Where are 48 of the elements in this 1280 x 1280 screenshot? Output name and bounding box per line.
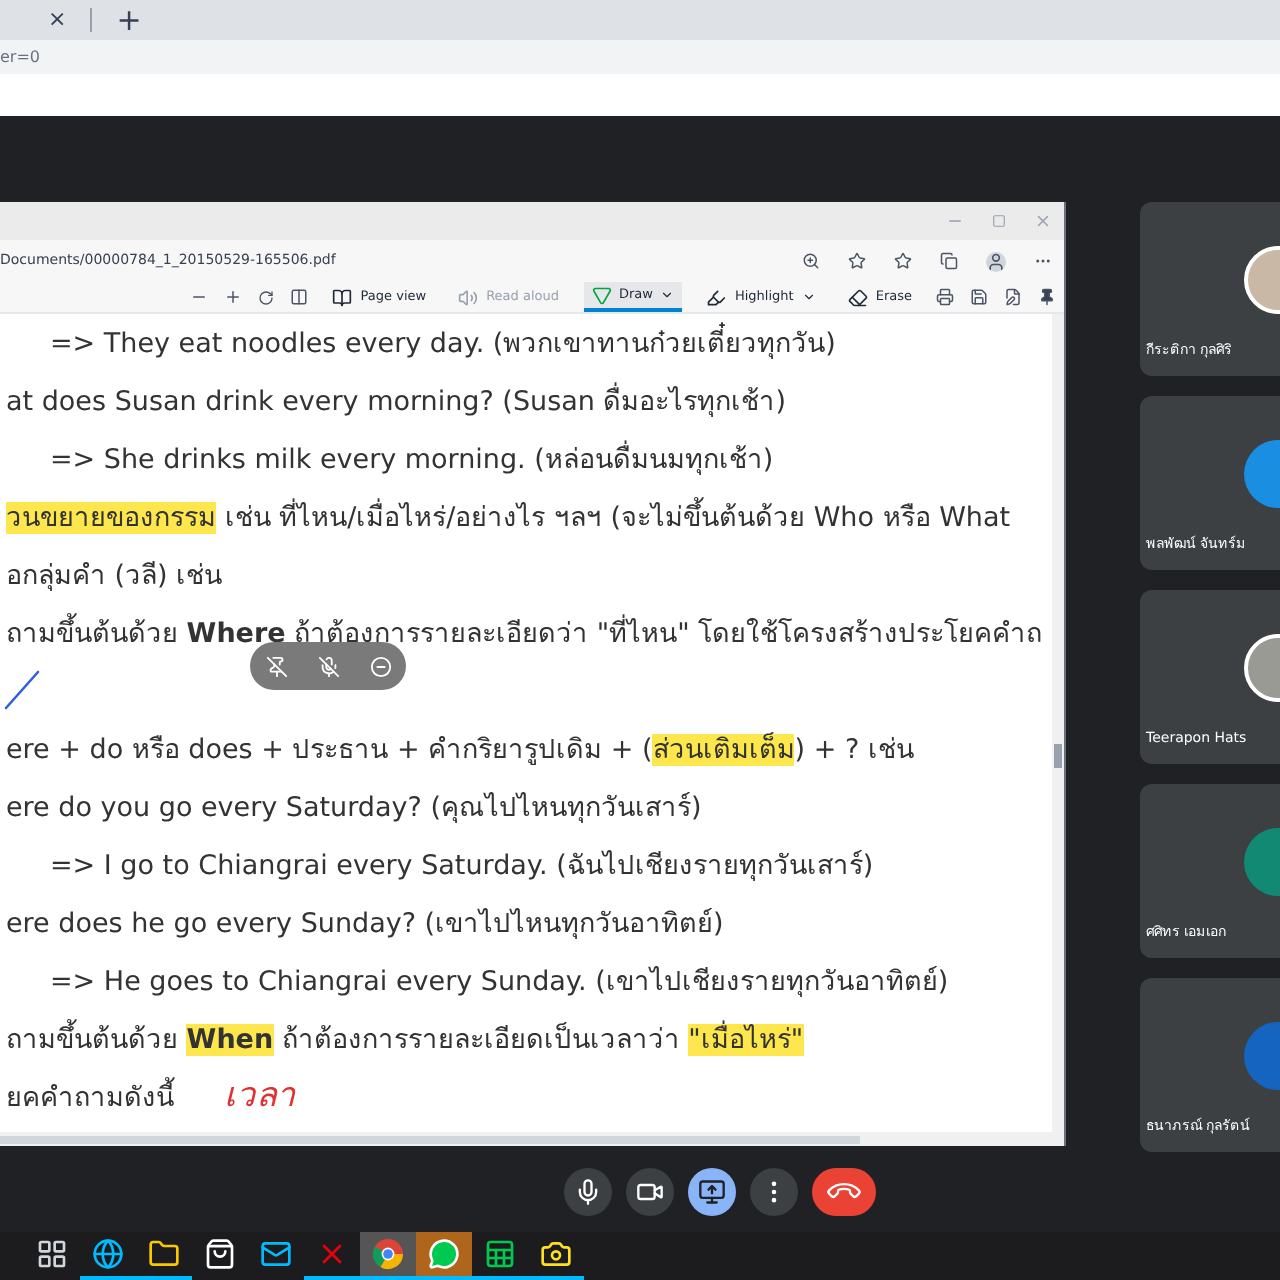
save-icon[interactable] — [970, 288, 988, 307]
pin-off-icon[interactable] — [265, 655, 287, 678]
vertical-scrollbar[interactable] — [1052, 314, 1064, 1133]
task-view-icon — [36, 1238, 68, 1271]
horizontal-scrollbar[interactable] — [0, 1132, 1064, 1147]
document-line: วนขยายของกรรม เช่น ที่ไหน/เมื่อไหร่/อย่างไร ฯลฯ (จะไม่ขึ้นต้นด้วย Who หรือ What — [6, 497, 1011, 538]
save-as-icon[interactable] — [1004, 288, 1022, 307]
call-control-button[interactable] — [564, 1168, 612, 1217]
caret-icon — [660, 288, 675, 303]
address-text[interactable]: er=0 — [0, 45, 41, 70]
document-line: ere + do หรือ does + ประธาน + คำกริยารูปเดิม + (ส่วนเติมเต็ม) + ? เช่น — [6, 730, 914, 770]
call-control-button[interactable] — [626, 1168, 674, 1217]
favorites-icon[interactable] — [894, 252, 912, 271]
handwritten-note: เวลา — [224, 1073, 296, 1120]
triangle-icon — [591, 285, 611, 306]
speaker-icon — [458, 287, 479, 308]
caret-icon — [801, 290, 816, 305]
rotate-icon[interactable] — [258, 289, 275, 306]
call-control-button[interactable] — [812, 1168, 876, 1217]
call-control-button[interactable] — [750, 1168, 798, 1217]
new-tab-button[interactable]: + — [116, 0, 142, 43]
folder-icon — [148, 1238, 180, 1271]
camera-icon — [540, 1238, 572, 1271]
globe-icon — [92, 1238, 124, 1271]
chat-bubble-icon — [428, 1238, 460, 1271]
shopping-bag-icon — [204, 1238, 236, 1271]
highlighter-icon — [706, 287, 727, 308]
mail-icon — [260, 1238, 292, 1271]
pin-icon[interactable] — [1038, 288, 1056, 307]
eraser-icon — [847, 287, 868, 308]
minus-circle-icon[interactable] — [369, 655, 391, 678]
book-icon — [332, 287, 353, 308]
call-control-button[interactable] — [688, 1168, 736, 1217]
spreadsheet-icon — [484, 1238, 516, 1271]
fit-icon[interactable] — [290, 288, 309, 307]
microphone-icon — [574, 1178, 602, 1207]
present-screen-icon — [698, 1178, 726, 1207]
collections-icon[interactable] — [940, 252, 958, 271]
document-line: ถามขึ้นต้นด้วย When ถ้าต้องการรายละเอียดเป็นเวลาว่า "เมื่อไหร่" — [6, 1019, 804, 1060]
mute-icon[interactable] — [317, 655, 339, 678]
zoom-icon[interactable] — [802, 252, 820, 271]
favorite-icon[interactable] — [848, 252, 866, 271]
tab-close[interactable]: × — [48, 3, 67, 37]
ink-check-mark — [4, 670, 40, 711]
zoom-in-icon[interactable] — [224, 288, 243, 307]
print-icon[interactable] — [936, 288, 954, 307]
chrome-logo-icon — [372, 1238, 404, 1271]
profile-icon[interactable] — [986, 251, 1006, 272]
